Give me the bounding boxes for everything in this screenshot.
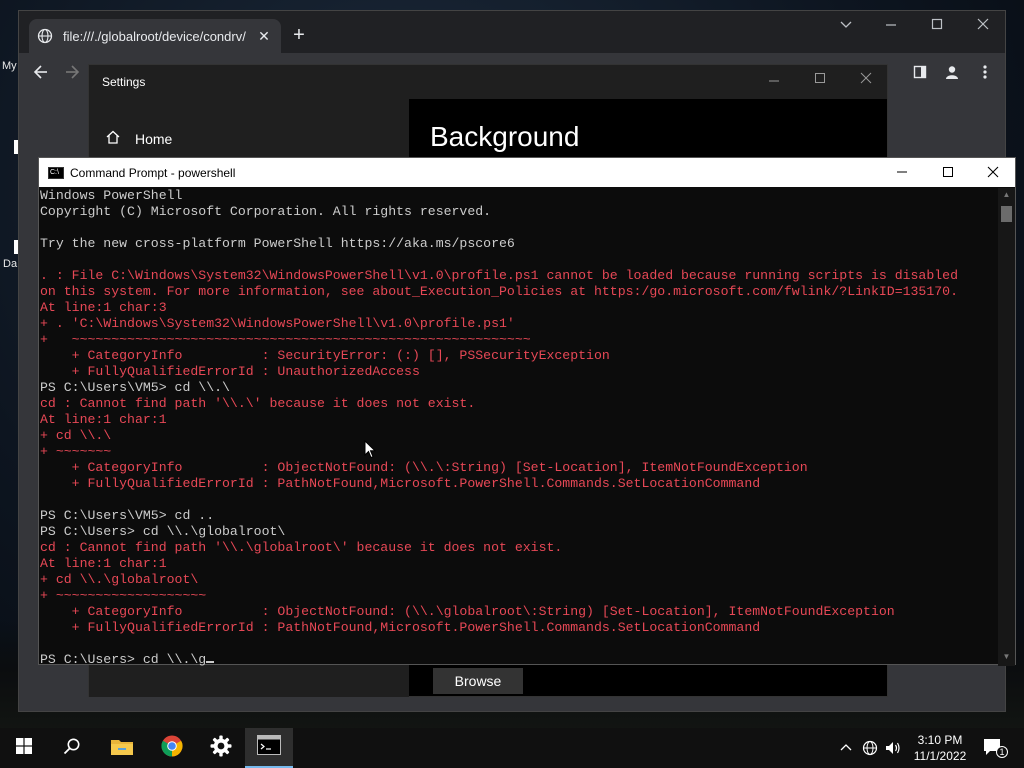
maximize-icon[interactable] [922, 17, 952, 35]
gear-icon [210, 735, 232, 762]
minimize-icon[interactable] [876, 17, 906, 35]
maximize-icon[interactable] [805, 71, 835, 88]
profile-icon[interactable] [941, 61, 963, 83]
console-line: Copyright (C) Microsoft Corporation. All… [40, 204, 492, 219]
console-line: + ~~~~~~~~~~~~~~~~~~~~~~~~~~~~~~~~~~~~~~… [40, 332, 531, 347]
taskbar-command-prompt[interactable] [245, 728, 293, 768]
text-cursor [206, 661, 215, 663]
browser-tab[interactable]: file:///./globalroot/device/condrv/ ✕ [29, 19, 281, 53]
scroll-up-icon[interactable]: ▲ [998, 190, 1015, 202]
mouse-cursor-icon [364, 439, 377, 464]
console-line: cd : Cannot find path '\\.\' because it … [40, 396, 476, 411]
taskbar-chrome[interactable] [148, 728, 196, 768]
browse-button[interactable]: Browse [433, 668, 523, 694]
taskbar-file-explorer[interactable] [98, 728, 146, 768]
console-line: + cd \\.\ [40, 428, 112, 443]
chrome-icon [161, 735, 183, 762]
nav-home[interactable]: Home [105, 129, 172, 148]
new-tab-button[interactable]: + [289, 25, 309, 45]
console-titlebar: C:\ Command Prompt - powershell [39, 158, 1015, 187]
minimize-icon[interactable] [879, 161, 925, 185]
search-icon [63, 737, 81, 760]
console-scrollbar[interactable]: ▲ ▼ [998, 188, 1015, 666]
taskbar: 3:10 PM 11/1/2022 1 [0, 728, 1024, 768]
console-line: + CategoryInfo : SecurityError: (:) [], … [40, 348, 610, 363]
settings-titlebar: Settings [89, 65, 887, 99]
home-icon [105, 129, 121, 148]
tab-strip: file:///./globalroot/device/condrv/ ✕ + [19, 11, 1005, 53]
console-title: Command Prompt - powershell [70, 165, 236, 180]
desktop-icon-label[interactable]: My [2, 60, 17, 72]
console-line: PS C:\Users> cd \\.\globalroot\ [40, 524, 286, 539]
maximize-icon[interactable] [925, 161, 971, 185]
clock[interactable]: 3:10 PM 11/1/2022 [905, 732, 975, 764]
search-button[interactable] [48, 728, 96, 768]
tab-search-icon[interactable] [831, 17, 861, 35]
console-line: At line:1 char:1 [40, 556, 167, 571]
folder-icon [110, 736, 134, 761]
console-line: At line:1 char:1 [40, 412, 167, 427]
console-line: At line:1 char:3 [40, 300, 167, 315]
close-icon[interactable] [970, 161, 1016, 185]
console-output[interactable]: Windows PowerShell Copyright (C) Microsof… [39, 188, 999, 666]
console-line: + CategoryInfo : ObjectNotFound: (\\.\:S… [40, 460, 808, 475]
console-line: + FullyQualifiedErrorId : PathNotFound,M… [40, 620, 761, 635]
globe-icon [37, 28, 53, 44]
console-line: . : File C:\Windows\System32\WindowsPowe… [40, 268, 958, 283]
desktop-icon-label[interactable]: Da [3, 258, 17, 270]
nav-home-label: Home [135, 130, 173, 147]
notification-icon[interactable]: 1 [983, 738, 1008, 761]
console-app-icon: C:\ [48, 166, 64, 179]
console-line: + cd \\.\globalroot\ [40, 572, 199, 587]
settings-title: Settings [102, 75, 146, 89]
console-line: + CategoryInfo : ObjectNotFound: (\\.\gl… [40, 604, 895, 619]
tab-title: file:///./globalroot/device/condrv/ [63, 28, 246, 44]
side-panel-icon[interactable] [909, 61, 931, 83]
windows-logo-icon [16, 737, 32, 759]
console-line: cd : Cannot find path '\\.\globalroot\' … [40, 540, 563, 555]
console-line: PS C:\Users\VM5> cd \\.\ [40, 380, 230, 395]
scroll-thumb[interactable] [1001, 206, 1012, 222]
console-line: Windows PowerShell [40, 188, 183, 203]
taskbar-settings[interactable] [197, 728, 245, 768]
console-line: + . 'C:\Windows\System32\WindowsPowerShe… [40, 316, 515, 331]
chevron-up-icon[interactable] [839, 740, 853, 757]
console-line: + FullyQualifiedErrorId : UnauthorizedAc… [40, 364, 420, 379]
console-line: PS C:\Users\VM5> cd .. [40, 508, 215, 523]
notification-count: 1 [996, 746, 1008, 758]
console-line: + ~~~~~~~ [40, 444, 112, 459]
console-line: + ~~~~~~~~~~~~~~~~~~~ [40, 588, 207, 603]
console-line: Try the new cross-platform PowerShell ht… [40, 236, 515, 251]
start-button[interactable] [0, 728, 48, 768]
console-line: PS C:\Users> cd \\.\g [40, 652, 999, 666]
terminal-icon [257, 734, 281, 760]
close-icon[interactable] [968, 17, 998, 35]
menu-kebab-icon[interactable] [974, 61, 996, 83]
back-arrow-icon[interactable] [30, 61, 52, 83]
console-line: + FullyQualifiedErrorId : PathNotFound,M… [40, 476, 761, 491]
close-icon[interactable] [851, 71, 881, 88]
volume-icon[interactable] [885, 740, 901, 759]
clock-date: 11/1/2022 [913, 749, 967, 763]
clock-time: 3:10 PM [917, 733, 963, 747]
page-title: Background [430, 121, 580, 152]
minimize-icon[interactable] [759, 71, 789, 88]
network-globe-icon[interactable] [862, 740, 878, 759]
console-window: C:\ Command Prompt - powershell Windows … [38, 157, 1016, 666]
tab-close-icon[interactable]: ✕ [255, 28, 273, 45]
forward-arrow-icon[interactable] [61, 61, 83, 83]
console-line: on this system. For more information, se… [40, 284, 958, 299]
scroll-down-icon[interactable]: ▼ [998, 652, 1015, 664]
